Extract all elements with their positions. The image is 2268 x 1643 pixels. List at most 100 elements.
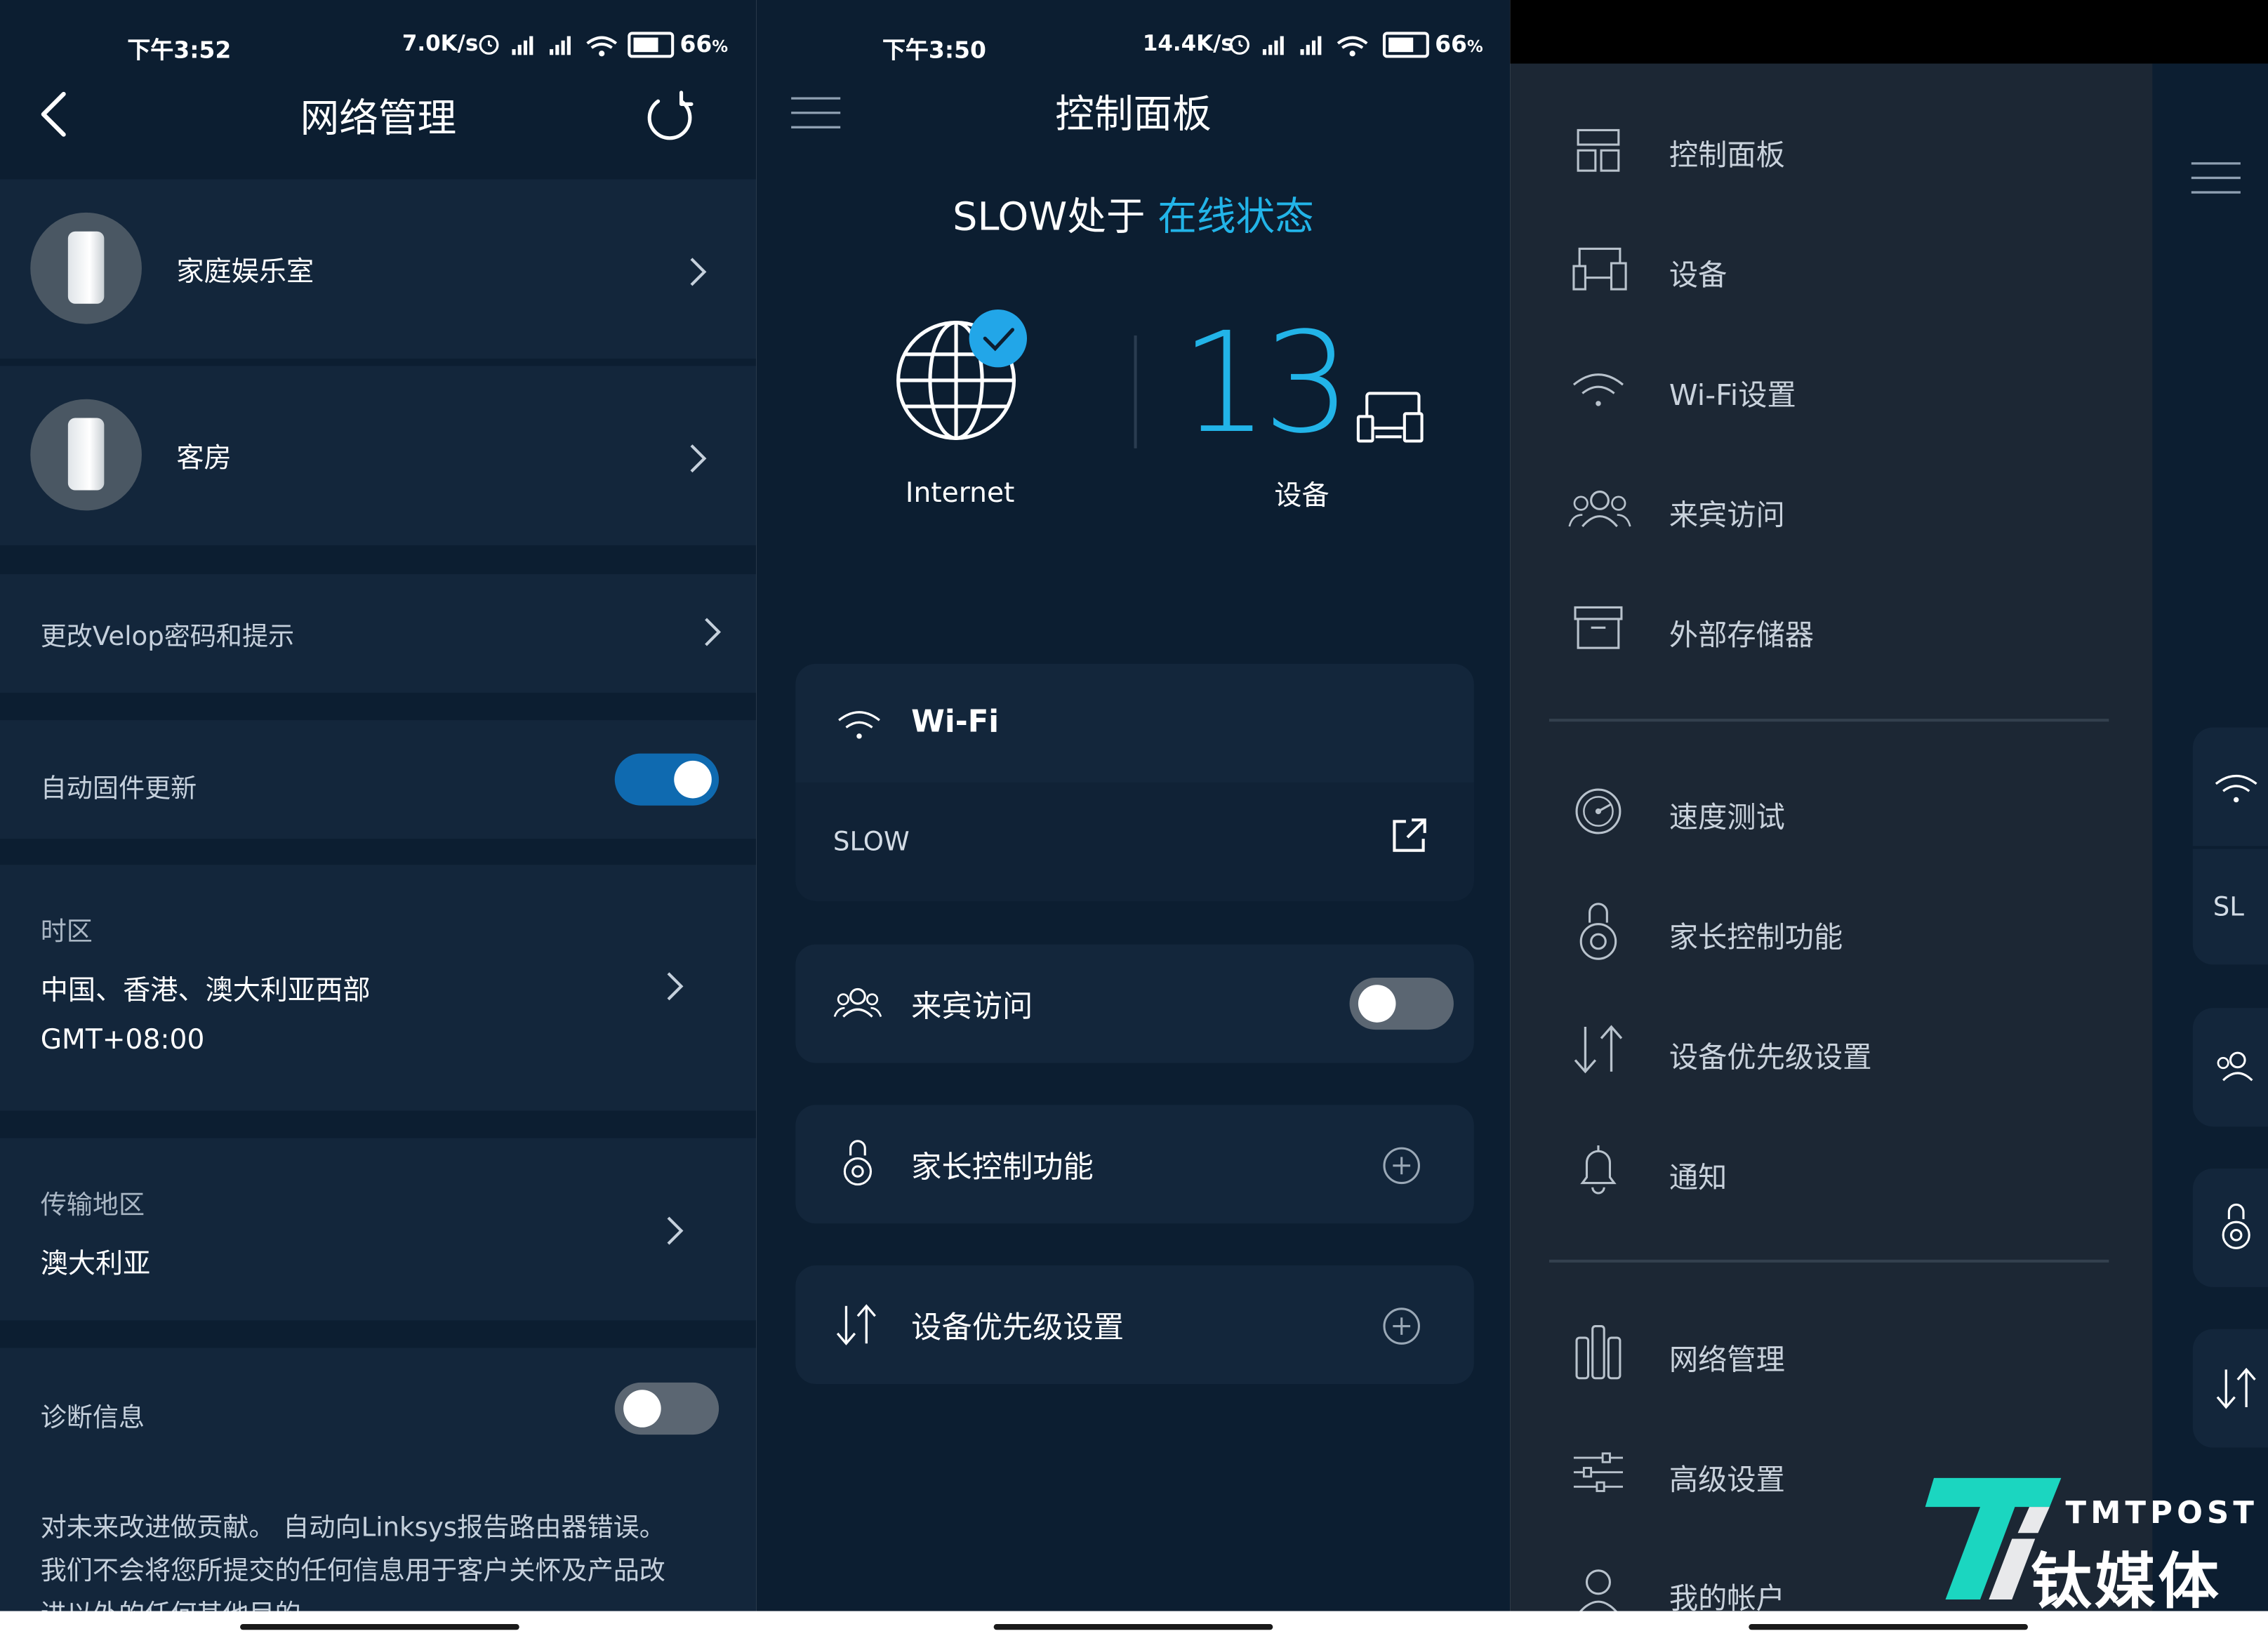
network-status: SLOW处于 在线状态	[953, 195, 1314, 241]
internet-label: Internet	[905, 477, 1015, 510]
peek-ssid: SL	[2213, 892, 2244, 923]
external-link-icon[interactable]	[1390, 817, 1428, 855]
guest-access-card[interactable]: 来宾访问	[795, 944, 1474, 1063]
menu-divider	[1549, 719, 2109, 722]
auto-update-row: 自动固件更新	[0, 720, 757, 839]
parental-controls-card[interactable]: 家长控制功能	[795, 1105, 1474, 1224]
priority-arrows-icon	[2216, 1367, 2256, 1409]
battery-level: 66%	[1435, 30, 1483, 58]
node-avatar	[30, 399, 142, 511]
online-state: 在线状态	[1158, 195, 1314, 241]
status-speed: 14.4K/s	[1142, 30, 1234, 57]
velop-node-icon	[67, 418, 105, 491]
diagnostics-disclaimer: 对未来改进做贡献。 自动向Linksys报告路由器错误。 我们不会将您所提交的任…	[40, 1512, 665, 1611]
auto-update-toggle[interactable]	[614, 753, 719, 806]
timezone-row[interactable]: 时区 中国、香港、澳大利亚西部 GMT+08:00	[0, 865, 757, 1111]
screenshot-collage: 下午3:52 7.0K/s 66% 网络管理 家庭娱乐室 客房 更改Velop密…	[0, 0, 2268, 1643]
storage-box-icon	[1574, 606, 1623, 649]
battery-level: 66%	[679, 30, 729, 58]
wifi-ssid: SLOW	[833, 827, 910, 858]
device-label: 设备	[1274, 480, 1329, 512]
status-bar-black	[1510, 0, 2268, 64]
dashboard-grid-icon	[1577, 128, 1620, 172]
menu-item-devices[interactable]: 设备	[1669, 252, 1727, 294]
menu-item-advanced-settings[interactable]: 高级设置	[1669, 1456, 1785, 1498]
internet-globe-icon	[896, 309, 1028, 440]
node-row-2[interactable]: 客房	[0, 366, 757, 545]
status-icons	[479, 34, 618, 57]
wifi-icon	[838, 711, 880, 739]
parental-lock-icon	[1579, 903, 1617, 960]
parental-lock-icon	[843, 1140, 873, 1186]
auto-update-label: 自动固件更新	[40, 773, 197, 804]
peek-guest-card	[2192, 1008, 2268, 1127]
refresh-icon[interactable]	[642, 90, 697, 142]
divider	[1134, 335, 1137, 448]
wifi-card[interactable]: Wi-Fi SLOW	[795, 663, 1474, 901]
status-time: 下午3:50	[882, 36, 986, 64]
timezone-value: 中国、香港、澳大利亚西部	[40, 974, 371, 1007]
chevron-right-icon	[667, 972, 684, 1001]
speed-test-icon	[1575, 788, 1622, 834]
home-indicator	[993, 1624, 1273, 1630]
dashboard-peek: SL	[2152, 63, 2268, 1611]
parental-controls-title: 家长控制功能	[911, 1150, 1094, 1185]
change-password-label: 更改Velop密码和提示	[40, 622, 295, 653]
velop-node-icon	[67, 231, 105, 304]
menu-item-wifi-settings[interactable]: Wi-Fi设置	[1669, 372, 1796, 414]
status-time: 下午3:52	[127, 36, 232, 64]
change-password-row[interactable]: 更改Velop密码和提示	[0, 574, 757, 693]
chevron-right-icon	[690, 258, 707, 286]
watermark-cn: 钛媒体	[2031, 1545, 2222, 1611]
guest-users-icon	[1568, 491, 1631, 528]
menu-item-external-storage[interactable]: 外部存储器	[1669, 612, 1814, 654]
side-menu-screen: SL 控制面板 设备 Wi-Fi设置 来宾访问 外部存储器 速度测试 家长控制功…	[1510, 0, 2268, 1611]
timezone-label: 时区	[40, 917, 93, 947]
bell-icon	[1580, 1145, 1617, 1195]
guest-access-toggle[interactable]	[1349, 977, 1454, 1030]
menu-item-dashboard[interactable]: 控制面板	[1669, 132, 1785, 174]
device-count[interactable]: 13	[1180, 304, 1351, 463]
menu-item-network-management[interactable]: 网络管理	[1669, 1336, 1785, 1378]
chevron-right-icon	[690, 444, 707, 473]
diagnostics-label: 诊断信息	[40, 1402, 145, 1434]
battery-icon	[628, 32, 675, 58]
wifi-title: Wi-Fi	[911, 704, 1000, 739]
status-icons	[1229, 34, 1368, 57]
device-priority-title: 设备优先级设置	[911, 1310, 1125, 1345]
region-row[interactable]: 传输地区 澳大利亚	[0, 1138, 757, 1321]
wifi-icon	[2215, 775, 2257, 803]
menu-item-my-account[interactable]: 我的帐户	[1669, 1575, 1785, 1611]
devices-icon	[1572, 247, 1627, 291]
home-indicator	[1749, 1624, 2028, 1630]
region-label: 传输地区	[40, 1190, 145, 1221]
add-circle-icon[interactable]	[1381, 1306, 1422, 1347]
home-indicator	[240, 1624, 519, 1630]
user-account-icon	[1579, 1569, 1617, 1611]
menu-divider	[1549, 1259, 2109, 1263]
menu-item-guest-access[interactable]: 来宾访问	[1669, 492, 1785, 534]
node-row-1[interactable]: 家庭娱乐室	[0, 179, 757, 359]
add-circle-icon[interactable]	[1381, 1145, 1422, 1186]
status-speed: 7.0K/s	[402, 30, 479, 57]
node-avatar	[30, 212, 142, 324]
diagnostics-toggle[interactable]	[614, 1382, 719, 1435]
priority-arrows-icon	[1574, 1025, 1623, 1074]
chevron-right-icon	[705, 618, 722, 646]
parental-lock-icon	[2222, 1204, 2250, 1249]
menu-item-speed-test[interactable]: 速度测试	[1669, 794, 1785, 836]
wifi-icon	[1572, 373, 1624, 406]
watermark-brand: TMTPOST	[2065, 1495, 2259, 1531]
menu-item-notifications[interactable]: 通知	[1669, 1154, 1727, 1196]
timezone-gmt: GMT+08:00	[40, 1023, 205, 1056]
chevron-right-icon	[667, 1216, 684, 1245]
diagnostics-row: 诊断信息 对未来改进做贡献。 自动向Linksys报告路由器错误。 我们不会将您…	[0, 1348, 757, 1611]
page-title: 控制面板	[1055, 92, 1212, 138]
menu-item-parental-controls[interactable]: 家长控制功能	[1669, 914, 1843, 956]
dashboard-screen: 下午3:50 14.4K/s 66% 控制面板 SLOW处于 在线状态 Inte…	[756, 0, 1511, 1611]
menu-item-device-priority[interactable]: 设备优先级设置	[1669, 1034, 1871, 1076]
hamburger-menu-icon[interactable]	[2190, 159, 2242, 197]
device-priority-card[interactable]: 设备优先级设置	[795, 1265, 1474, 1384]
guest-users-icon	[2217, 1051, 2253, 1082]
peek-wifi-card: SL	[2192, 727, 2268, 965]
